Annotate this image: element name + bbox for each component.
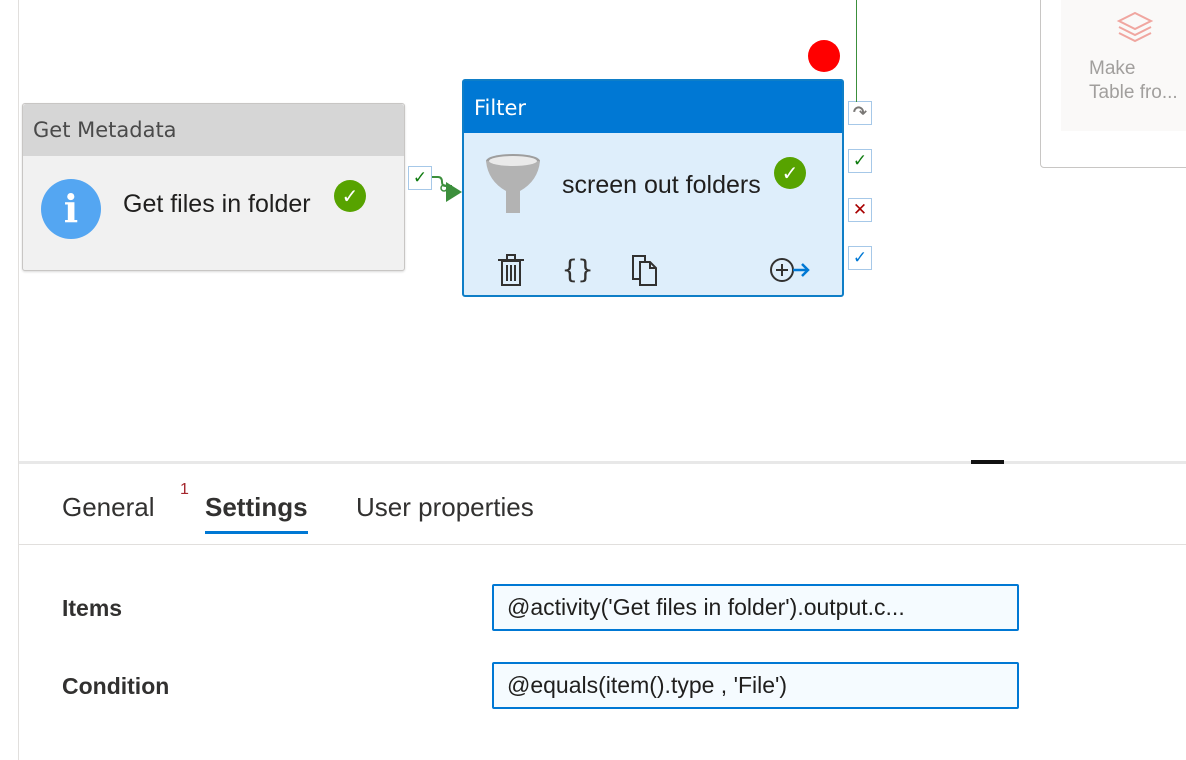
success-port-check-icon[interactable]: ✓ [408, 166, 432, 190]
tab-settings[interactable]: Settings [205, 492, 308, 534]
success-check-icon: ✓ [334, 180, 366, 212]
properties-tabs: General 1 Settings User properties [19, 464, 1186, 545]
items-label: Items [62, 595, 123, 621]
add-output-icon[interactable] [768, 253, 810, 287]
delete-icon[interactable] [496, 253, 526, 287]
condition-input[interactable]: @equals(item().type , 'File') [492, 662, 1019, 709]
activity-type-label: Get Metadata [23, 104, 404, 156]
dependency-line [856, 0, 857, 102]
funnel-icon [486, 154, 540, 213]
condition-label: Condition [62, 673, 170, 699]
activity-card-label-line1: Make [1089, 58, 1136, 79]
activity-card-label-line2: Table fro... [1089, 82, 1178, 103]
success-check-icon[interactable]: ✓ [848, 149, 872, 173]
success-check-icon: ✓ [774, 157, 806, 189]
failure-x-icon[interactable]: ✕ [848, 198, 872, 222]
connector-arrow [432, 176, 462, 202]
activity-get-metadata[interactable]: Get Metadata i Get files in folder ✓ [22, 103, 405, 271]
completion-check-icon[interactable]: ✓ [848, 246, 872, 270]
info-icon: i [41, 179, 101, 239]
tab-general-badge: 1 [180, 481, 189, 498]
copy-icon[interactable] [630, 253, 660, 287]
tab-general[interactable]: General [62, 492, 155, 531]
activity-name: Get files in folder [123, 190, 311, 218]
error-indicator-dot [808, 40, 840, 72]
activity-card-make-table[interactable]: Make Table fro... [1040, 0, 1186, 168]
activity-name: screen out folders [562, 171, 761, 199]
code-icon[interactable]: {} [562, 253, 593, 287]
items-input[interactable]: @activity('Get files in folder').output.… [492, 584, 1019, 631]
activity-filter[interactable]: Filter screen out folders ✓ {} [462, 79, 844, 297]
activity-type-label: Filter [464, 81, 842, 133]
skip-arrow-icon[interactable]: ↷ [848, 101, 872, 125]
layers-icon [1116, 11, 1154, 43]
tab-user-properties[interactable]: User properties [356, 492, 534, 531]
